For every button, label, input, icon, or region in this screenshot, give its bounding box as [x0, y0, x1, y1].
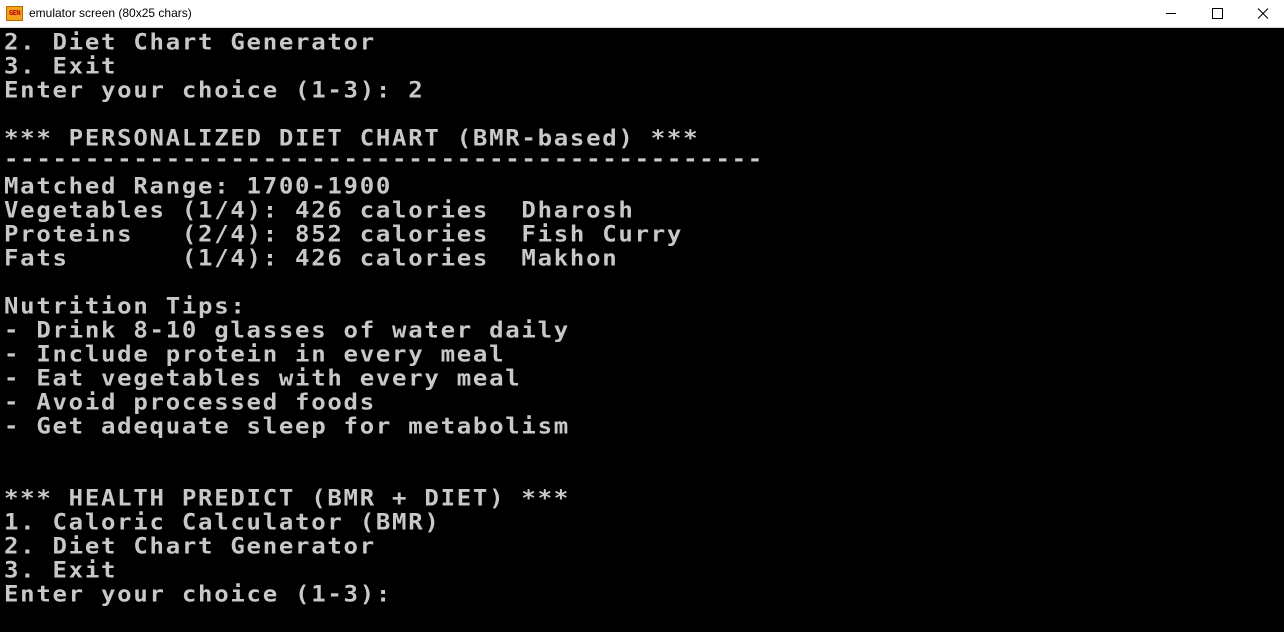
console-line: Fats (1/4): 426 calories Makhon [4, 245, 619, 271]
maximize-button[interactable] [1194, 0, 1240, 28]
emulator-window: GEN emulator screen (80x25 chars) 2. Die… [0, 0, 1284, 632]
minimize-button[interactable] [1148, 0, 1194, 28]
console-line: - Include protein in every meal [4, 341, 506, 367]
console-separator: ----------------------------------------… [4, 146, 764, 172]
console-line: *** HEALTH PREDICT (BMR + DIET) *** [4, 485, 570, 511]
console-line: 1. Caloric Calculator (BMR) [4, 509, 441, 535]
console-line: - Drink 8-10 glasses of water daily [4, 317, 570, 343]
console-line: - Avoid processed foods [4, 389, 376, 415]
close-button[interactable] [1240, 0, 1284, 28]
console-line: 3. Exit [4, 557, 118, 583]
maximize-icon [1212, 8, 1223, 19]
console-line: 2. Diet Chart Generator [4, 533, 376, 559]
console-prompt[interactable]: Enter your choice (1-3): [4, 583, 392, 605]
console-line: Proteins (2/4): 852 calories Fish Curry [4, 221, 684, 247]
window-title: emulator screen (80x25 chars) [29, 6, 192, 20]
console-line: Matched Range: 1700-1900 [4, 173, 393, 199]
minimize-icon [1166, 13, 1176, 14]
title-bar[interactable]: GEN emulator screen (80x25 chars) [0, 0, 1284, 28]
console-line: 2. Diet Chart Generator [4, 31, 376, 55]
console-line: Vegetables (1/4): 426 calories Dharosh [4, 197, 635, 223]
console-line: 3. Exit [4, 53, 118, 79]
console-line: - Get adequate sleep for metabolism [4, 413, 570, 439]
console-line: - Eat vegetables with every meal [4, 365, 522, 391]
console-output[interactable]: 2. Diet Chart Generator 3. Exit Enter yo… [0, 31, 1284, 632]
console-line: Enter your choice (1-3): 2 [4, 77, 425, 103]
app-icon: GEN [6, 6, 23, 21]
console-line: Nutrition Tips: [4, 293, 247, 319]
close-icon [1257, 8, 1269, 19]
